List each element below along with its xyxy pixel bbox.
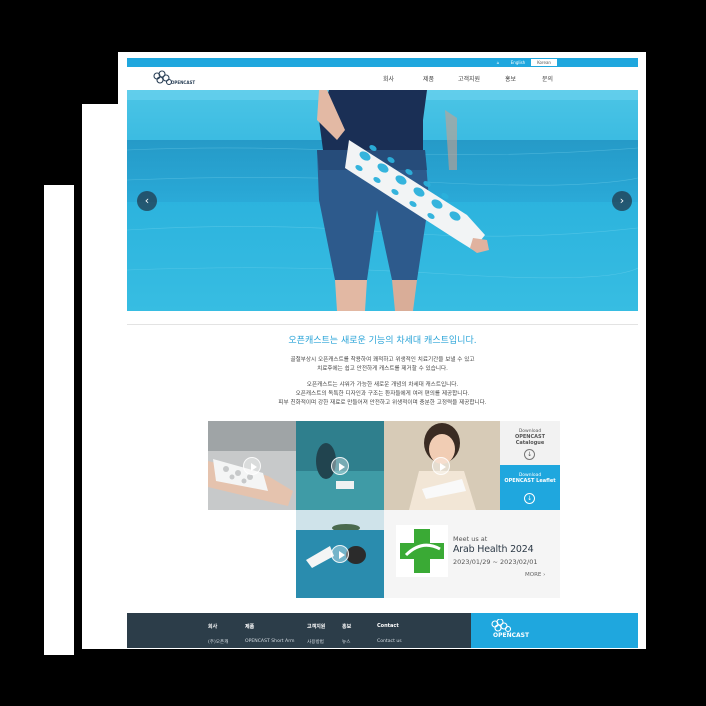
video-tile-child[interactable] (384, 421, 500, 510)
home-icon[interactable]: ⌂ (493, 59, 503, 66)
intro-line: 골절부상시 오픈캐스트를 착용하여 쾌적하고 위생적인 치료기간을 보낼 수 있… (290, 357, 475, 363)
intro-tagline: 오픈캐스트는 새로운 기능의 차세대 캐스트입니다. (288, 336, 477, 346)
event-dates: 2023/01/29 ~ 2023/02/01 (453, 558, 538, 566)
section-divider (127, 324, 638, 325)
frame-edge-left (44, 185, 74, 655)
top-utility-bar: ⌂ English Korean (127, 58, 638, 67)
event-title: Arab Health 2024 (453, 544, 534, 555)
video-tile-pool[interactable] (296, 510, 384, 598)
footer-heading-contact: Contact (377, 623, 399, 629)
intro-line: 피부 친화적이며 강한 재료로 만들어져 안전하고 위생적이며 충분한 고정력을… (278, 400, 487, 406)
site-header: OPENCAST 회사 제품 고객지원 홍보 문의 (127, 67, 638, 89)
video-tile-diver[interactable] (296, 421, 384, 510)
intro-line: 오픈캐스트는 샤워가 가능한 새로운 개념의 차세대 캐스트입니다. (306, 382, 459, 388)
play-icon[interactable] (331, 457, 349, 475)
download-title: OPENCAST Catalogue (514, 434, 546, 446)
nav-support[interactable]: 고객지원 (458, 74, 480, 83)
event-meet-label: Meet us at (453, 535, 488, 543)
footer-link[interactable]: (주)오픈캐 (208, 639, 229, 645)
event-more-link[interactable]: MORE › (525, 572, 545, 578)
hero-slider: ‹ › (127, 90, 638, 311)
intro-line: 치료후에는 쉽고 안전하게 캐스트를 제거할 수 있습니다. (317, 366, 448, 372)
play-icon[interactable] (243, 457, 261, 475)
footer-link[interactable]: OPENCAST Short Arm (245, 639, 294, 644)
arab-health-logo (396, 525, 448, 577)
nav-products[interactable]: 제품 (423, 74, 434, 83)
language-korean-link[interactable]: Korean (531, 59, 557, 66)
nav-contact[interactable]: 문의 (542, 74, 553, 83)
download-icon: ↓ (524, 493, 535, 504)
event-promo-card[interactable]: Meet us at Arab Health 2024 2023/01/29 ~… (384, 510, 560, 598)
website-page: ⌂ English Korean OPENCAST 회사 제품 고객지원 홍보 … (127, 58, 638, 648)
download-leaflet-button[interactable]: Download OPENCAST Leaflet ↓ (500, 465, 560, 510)
hero-photo-pool-cast (127, 90, 638, 311)
footer-link[interactable]: 사용방법 (307, 639, 324, 645)
footer-logo-text: OPENCAST (493, 632, 530, 639)
frame-edge-mid (82, 104, 120, 649)
slider-prev-button[interactable]: ‹ (137, 191, 157, 211)
download-catalogue-button[interactable]: Download OPENCAST Catalogue ↓ (500, 421, 560, 465)
download-title: OPENCAST Leaflet (504, 478, 556, 484)
footer-heading-products: 제품 (245, 624, 255, 630)
nav-pr[interactable]: 홍보 (505, 74, 516, 83)
footer-link[interactable]: Contact us (377, 639, 402, 644)
footer-logo-panel: OPENCAST (471, 613, 638, 648)
footer-logo-icon (491, 619, 512, 633)
footer-heading-support: 고객지원 (307, 624, 326, 630)
logo-text: OPENCAST (171, 80, 196, 85)
download-icon: ↓ (524, 449, 535, 460)
footer-link[interactable]: 뉴스 (342, 639, 350, 645)
footer-heading-company: 회사 (208, 624, 218, 630)
slider-next-button[interactable]: › (612, 191, 632, 211)
play-icon[interactable] (331, 545, 349, 563)
video-tile-cast-arm[interactable] (208, 421, 296, 510)
language-english-link[interactable]: English (507, 59, 529, 66)
nav-company[interactable]: 회사 (383, 74, 394, 83)
site-footer: 회사 (주)오픈캐 제품 OPENCAST Short Arm 고객지원 사용방… (127, 613, 638, 648)
footer-heading-pr: 홍보 (342, 624, 352, 630)
play-icon[interactable] (432, 457, 450, 475)
intro-line: 오픈캐스트의 독특한 디자인과 구조는 환자들에게 여러 편의를 제공합니다. (295, 391, 470, 397)
